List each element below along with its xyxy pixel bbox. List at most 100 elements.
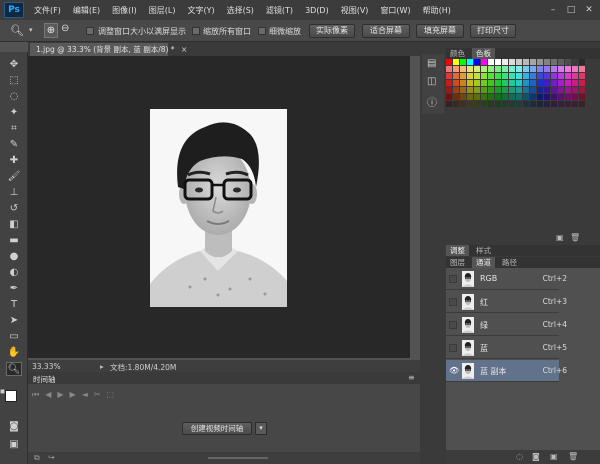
color-swatch[interactable] [481, 94, 487, 100]
color-swatch[interactable] [467, 101, 473, 107]
color-swatch[interactable] [537, 73, 543, 79]
tab-channels[interactable]: 通道 [472, 257, 495, 268]
color-swatch[interactable] [544, 73, 550, 79]
color-swatch[interactable] [488, 66, 494, 72]
color-swatch[interactable] [467, 94, 473, 100]
scrubby-zoom-checkbox[interactable] [258, 27, 266, 35]
color-swatch[interactable] [495, 66, 501, 72]
color-swatch[interactable] [530, 59, 536, 65]
color-swatch[interactable] [551, 101, 557, 107]
blur-tool-icon[interactable]: ● [6, 250, 22, 264]
zoom-all-checkbox[interactable] [192, 27, 200, 35]
foreground-color-swatch[interactable] [5, 390, 17, 402]
channel-row-green[interactable]: 绿 Ctrl+4 [446, 314, 567, 336]
color-swatch[interactable] [572, 80, 578, 86]
color-swatch[interactable] [558, 59, 564, 65]
color-swatch[interactable] [481, 101, 487, 107]
color-swatch[interactable] [488, 101, 494, 107]
visibility-toggle-icon[interactable] [449, 298, 457, 306]
color-swatch[interactable] [551, 94, 557, 100]
color-swatch[interactable] [579, 101, 585, 107]
color-swatch[interactable] [530, 87, 536, 93]
marquee-tool-icon[interactable]: ⬚ [6, 74, 22, 88]
crop-tool-icon[interactable]: ⌗ [6, 122, 22, 136]
color-swatch[interactable] [523, 59, 529, 65]
color-swatch[interactable] [558, 80, 564, 86]
color-swatch[interactable] [572, 73, 578, 79]
color-swatch[interactable] [467, 80, 473, 86]
color-swatch[interactable] [495, 101, 501, 107]
color-swatch[interactable] [446, 94, 452, 100]
new-swatch-icon[interactable]: ▣ [556, 233, 564, 242]
color-swatch[interactable] [460, 66, 466, 72]
zoom-in-icon[interactable]: ⊕ [44, 23, 58, 38]
type-tool-icon[interactable]: T [6, 298, 22, 312]
next-frame-icon[interactable]: ▶ [70, 390, 82, 399]
delete-swatch-icon[interactable]: 🗑︎ [570, 233, 580, 242]
screen-mode-icon[interactable]: ▣ [6, 438, 22, 452]
quick-mask-icon[interactable]: ◙ [6, 420, 22, 434]
color-swatch[interactable] [446, 87, 452, 93]
color-swatch[interactable] [502, 101, 508, 107]
color-swatch[interactable] [530, 73, 536, 79]
color-swatch[interactable] [537, 101, 543, 107]
color-swatch[interactable] [579, 59, 585, 65]
color-swatch[interactable] [565, 87, 571, 93]
color-swatch[interactable] [565, 101, 571, 107]
color-swatch[interactable] [544, 59, 550, 65]
color-swatch[interactable] [474, 94, 480, 100]
color-swatch[interactable] [565, 59, 571, 65]
color-swatch[interactable] [572, 59, 578, 65]
color-swatch[interactable] [474, 59, 480, 65]
color-swatch[interactable] [551, 87, 557, 93]
history-brush-tool-icon[interactable]: ↺ [6, 202, 22, 216]
info-panel-icon[interactable]: ⓘ [427, 94, 437, 109]
color-swatch[interactable] [544, 80, 550, 86]
color-swatch[interactable] [537, 94, 543, 100]
color-swatch[interactable] [551, 73, 557, 79]
color-swatch[interactable] [467, 59, 473, 65]
color-swatch[interactable] [551, 59, 557, 65]
color-swatch[interactable] [495, 73, 501, 79]
resize-window-checkbox[interactable] [86, 27, 94, 35]
history-panel-icon[interactable]: ▤ [427, 58, 436, 69]
zoom-tool-icon[interactable]: 🔍︎ [6, 362, 22, 376]
color-swatch[interactable] [579, 73, 585, 79]
color-swatch[interactable] [565, 73, 571, 79]
color-swatch[interactable] [502, 94, 508, 100]
menu-filter[interactable]: 滤镜(T) [266, 5, 293, 16]
document-tab[interactable]: 1.jpg @ 33.3% (背景 副本, 蓝 副本/8) * × [30, 43, 187, 56]
color-swatch[interactable] [453, 80, 459, 86]
color-swatch[interactable] [523, 73, 529, 79]
clone-stamp-tool-icon[interactable]: ⊥ [6, 186, 22, 200]
color-swatch[interactable] [544, 101, 550, 107]
tab-styles[interactable]: 样式 [472, 245, 495, 256]
color-swatch[interactable] [579, 66, 585, 72]
color-swatch[interactable] [467, 73, 473, 79]
healing-brush-tool-icon[interactable]: ✚ [6, 154, 22, 168]
color-swatch[interactable] [509, 101, 515, 107]
save-selection-icon[interactable]: ◙ [532, 452, 540, 461]
shape-tool-icon[interactable]: ▭ [6, 330, 22, 344]
color-swatch[interactable] [523, 80, 529, 86]
path-selection-tool-icon[interactable]: ➤ [6, 314, 22, 328]
zoom-tool-icon[interactable]: 🔍︎ [10, 24, 24, 37]
properties-panel-icon[interactable]: ◫ [427, 76, 436, 87]
close-window-button[interactable]: ✕ [582, 3, 596, 17]
eye-icon[interactable]: 👁︎ [449, 366, 459, 375]
timeline-zoom-slider[interactable] [208, 457, 268, 459]
color-swatch[interactable] [488, 59, 494, 65]
color-swatch[interactable] [530, 80, 536, 86]
color-swatch[interactable] [572, 94, 578, 100]
magic-wand-tool-icon[interactable]: ✦ [6, 106, 22, 120]
menu-image[interactable]: 图像(I) [112, 5, 137, 16]
color-swatch[interactable] [446, 101, 452, 107]
channel-row-blue[interactable]: 蓝 Ctrl+5 [446, 337, 567, 359]
play-icon[interactable]: ▶ [57, 390, 69, 399]
menu-window[interactable]: 窗口(W) [380, 5, 410, 16]
color-swatch[interactable] [453, 73, 459, 79]
tab-paths[interactable]: 路径 [498, 257, 521, 268]
audio-icon[interactable]: ◄ [82, 390, 94, 399]
color-swatch[interactable] [460, 87, 466, 93]
tab-layers[interactable]: 图层 [446, 257, 469, 268]
